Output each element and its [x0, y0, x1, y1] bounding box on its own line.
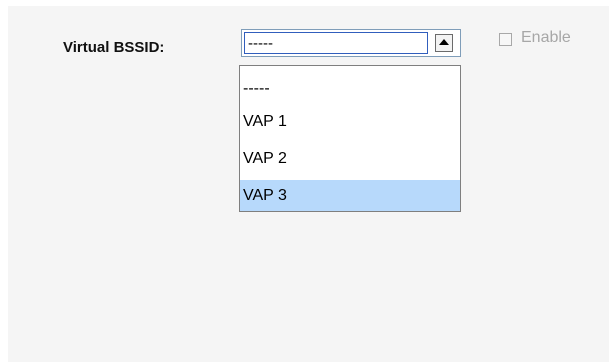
enable-checkbox — [499, 33, 512, 46]
virtual-bssid-label: Virtual BSSID: — [63, 39, 165, 56]
dropdown-option-vap-1[interactable]: VAP 1 — [240, 106, 460, 137]
select-current-value: ----- — [248, 35, 273, 52]
chevron-up-icon — [439, 39, 449, 45]
virtual-bssid-select[interactable]: ----- — [241, 29, 461, 57]
dropdown-toggle-button[interactable] — [435, 34, 453, 52]
dropdown-option-vap-3[interactable]: VAP 3 — [240, 180, 460, 211]
dropdown-option-vap-2[interactable]: VAP 2 — [240, 143, 460, 174]
dropdown-option-placeholder[interactable]: ----- — [240, 73, 460, 104]
virtual-bssid-dropdown-list: ----- VAP 1 VAP 2 VAP 3 — [239, 65, 461, 212]
enable-label: Enable — [521, 29, 571, 46]
select-value-box[interactable]: ----- — [244, 32, 428, 54]
